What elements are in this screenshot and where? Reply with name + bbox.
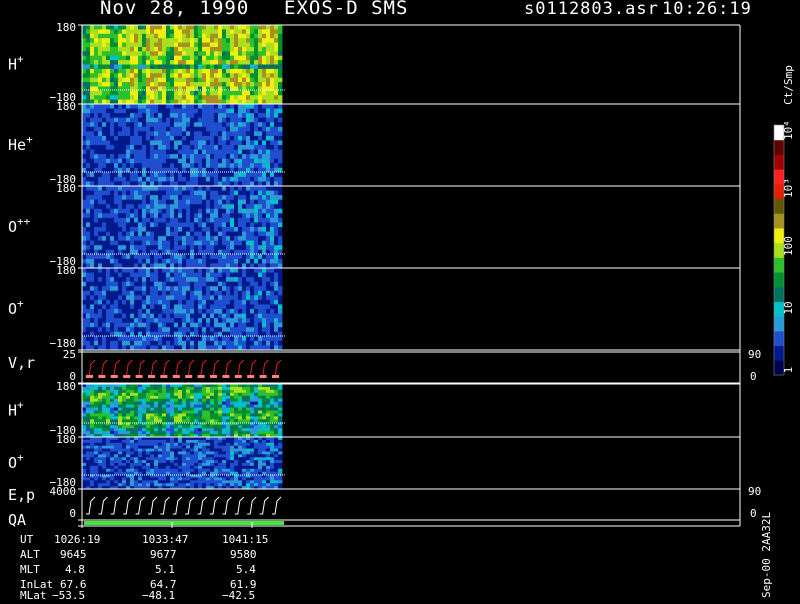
orbit-ut-3: 1041:15 — [222, 533, 268, 546]
color-scale-swatch — [774, 272, 784, 287]
color-scale-swatch — [774, 154, 784, 169]
panel-charge: ++ — [17, 215, 31, 228]
header-instrument: EXOS-D SMS — [284, 0, 408, 19]
orbit-ut-2: 1033:47 — [142, 533, 188, 546]
right-tick-bottom: 0 — [750, 370, 757, 383]
panel-label: He+ — [8, 133, 33, 154]
y-tick-top: 4000 — [50, 485, 77, 498]
header-file: s0112803.asr — [524, 0, 659, 19]
orbit-ut-1: 1026:19 — [54, 533, 100, 546]
color-scale-bar: 1 10 100 10³ 10⁴ Ct/Smp — [774, 65, 795, 375]
right-tick-top: 90 — [748, 485, 761, 498]
header-time: 10:26:19 — [662, 0, 752, 19]
panel-charge: + — [26, 133, 33, 146]
color-scale-tick: 10 — [782, 301, 795, 314]
orbit-mlat-1: −53.5 — [52, 589, 85, 602]
spectrogram-cells — [82, 25, 282, 104]
panel-charge: + — [17, 297, 24, 310]
orbit-row-mlt-label: MLT — [20, 563, 40, 576]
right-tick-top: 90 — [748, 348, 761, 361]
orbit-mlat-2: −48.1 — [142, 589, 175, 602]
y-tick-top: 180 — [56, 433, 76, 446]
color-scale-tick: 1 — [782, 367, 795, 374]
color-scale-swatch — [774, 287, 784, 302]
side-label: Sep-00 2AA32L — [760, 512, 773, 598]
spectrogram-cells — [82, 437, 282, 489]
velocity-trace — [86, 360, 281, 378]
y-tick-top: 180 — [56, 21, 76, 34]
color-scale-title: Ct/Smp — [782, 65, 795, 105]
color-scale-swatch — [774, 257, 784, 272]
panel-label: QA — [8, 511, 26, 529]
panel-1: 180−180H+ — [8, 21, 286, 104]
panel-label: O+ — [8, 451, 24, 472]
qa-bar — [84, 521, 284, 525]
spectrogram-cells — [82, 384, 282, 437]
panel-3: 180−180O++ — [8, 182, 286, 268]
orbit-mlt-2: 5.1 — [155, 563, 175, 576]
color-scale-swatch — [774, 199, 784, 214]
orbit-mlt-3: 5.4 — [236, 563, 256, 576]
y-tick-top: 180 — [56, 264, 76, 277]
color-scale-swatch — [774, 316, 784, 331]
panel-charge: + — [17, 53, 24, 66]
orbit-mlat-3: −42.5 — [222, 589, 255, 602]
orbit-row-mlat-label: MLat — [20, 589, 47, 602]
orbit-row-ut-label: UT — [20, 533, 33, 546]
y-tick-top: 180 — [56, 380, 76, 393]
color-scale-swatch — [774, 331, 784, 346]
right-tick-bottom: 0 — [750, 507, 757, 520]
spectrogram-cells — [82, 104, 282, 186]
orbit-alt-2: 9677 — [150, 548, 177, 561]
panel-label: V,r — [8, 354, 35, 372]
panel-2: 180−180He+ — [8, 100, 286, 186]
orbit-mlt-1: 4.8 — [65, 563, 85, 576]
spectrogram-cells — [82, 186, 282, 268]
color-scale-swatch — [774, 213, 784, 228]
sms-spectrogram-chart: 180−180H+180−180He+180−180O++180−180O+25… — [0, 0, 800, 600]
panel-7: 180−180O+ — [8, 433, 286, 489]
y-tick-top: 180 — [56, 182, 76, 195]
orbit-alt-3: 9580 — [230, 548, 257, 561]
panel-charge: + — [17, 451, 24, 464]
spectrogram-cells — [82, 268, 282, 350]
color-scale-swatch — [774, 346, 784, 361]
panel-5: 250900V,r — [8, 348, 761, 383]
energy-trace — [86, 497, 281, 514]
y-tick-top: 180 — [56, 100, 76, 113]
orbit-row-alt-label: ALT — [20, 548, 40, 561]
color-scale-swatch — [774, 140, 784, 155]
header-date: Nov 28, 1990 — [100, 0, 249, 19]
panel-label: H+ — [8, 53, 24, 74]
panel-label: H+ — [8, 399, 24, 420]
color-scale-tick: 10³ — [782, 178, 795, 198]
orbit-alt-1: 9645 — [60, 548, 87, 561]
panel-4: 180−180O+ — [8, 264, 286, 350]
y-tick-top: 25 — [63, 348, 76, 361]
color-scale-tick: 10⁴ — [782, 120, 795, 140]
panel-charge: + — [17, 399, 24, 412]
color-scale-tick: 100 — [782, 236, 795, 256]
y-tick-bottom: 0 — [69, 507, 76, 520]
chart-svg: 180−180H+180−180He+180−180O++180−180O+25… — [0, 0, 800, 600]
panel-8: 4000 0 90 0 E,p — [8, 485, 761, 520]
panel-label: O+ — [8, 297, 24, 318]
panel-6: 180−180H+ — [8, 380, 286, 437]
panel-label: E,p — [8, 486, 35, 504]
panel-label: O++ — [8, 215, 31, 236]
